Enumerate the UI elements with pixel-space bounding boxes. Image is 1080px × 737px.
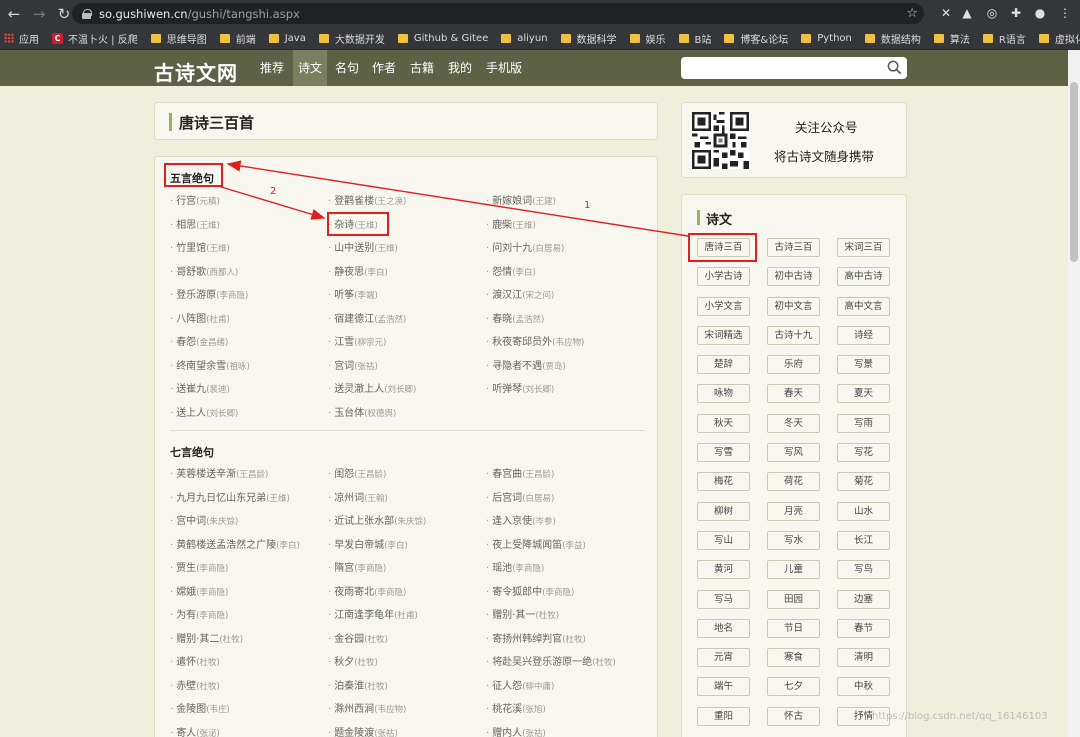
annotation-number-1: 1 — [584, 200, 591, 211]
watermark: https://blog.csdn.net/qq_16146103 — [872, 711, 1048, 722]
annotation-arrows — [217, 160, 689, 237]
annotation-number-2: 2 — [270, 186, 277, 197]
arrow-1 — [226, 160, 689, 237]
